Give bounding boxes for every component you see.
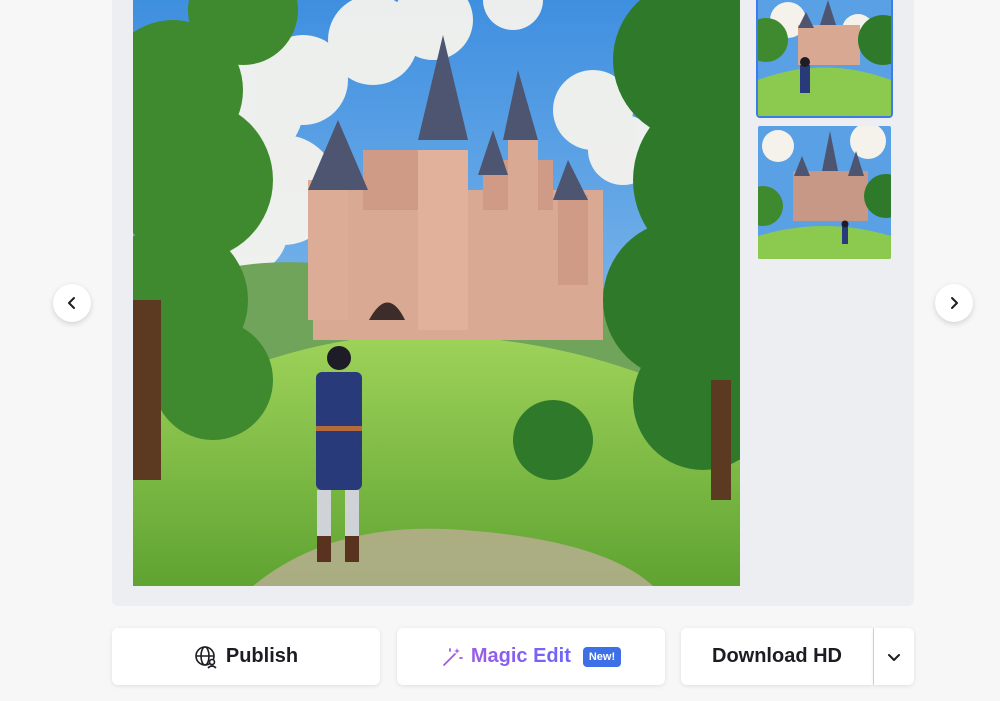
magic-edit-label: Magic Edit: [470, 645, 571, 667]
publish-label: Publish: [225, 645, 299, 667]
download-options-button[interactable]: [874, 628, 914, 685]
magic-edit-button[interactable]: Magic Edit New!: [397, 628, 665, 685]
publish-button[interactable]: Publish: [112, 628, 380, 685]
action-bar: Publish Magic Edit New! Download HD: [112, 628, 914, 685]
new-badge: New!: [582, 646, 622, 667]
chevron-down-icon: [886, 649, 902, 665]
thumbnail-1[interactable]: [756, 0, 893, 118]
chevron-right-icon: [947, 296, 961, 310]
previous-image-button[interactable]: [53, 284, 91, 322]
thumbnail-2[interactable]: [758, 126, 891, 259]
magic-wand-icon: [441, 646, 463, 668]
chevron-left-icon: [65, 296, 79, 310]
globe-user-icon: [194, 645, 218, 669]
download-hd-label: Download HD: [712, 645, 842, 667]
download-hd-button[interactable]: Download HD: [681, 628, 873, 685]
next-image-button[interactable]: [935, 284, 973, 322]
main-image: [133, 0, 740, 586]
